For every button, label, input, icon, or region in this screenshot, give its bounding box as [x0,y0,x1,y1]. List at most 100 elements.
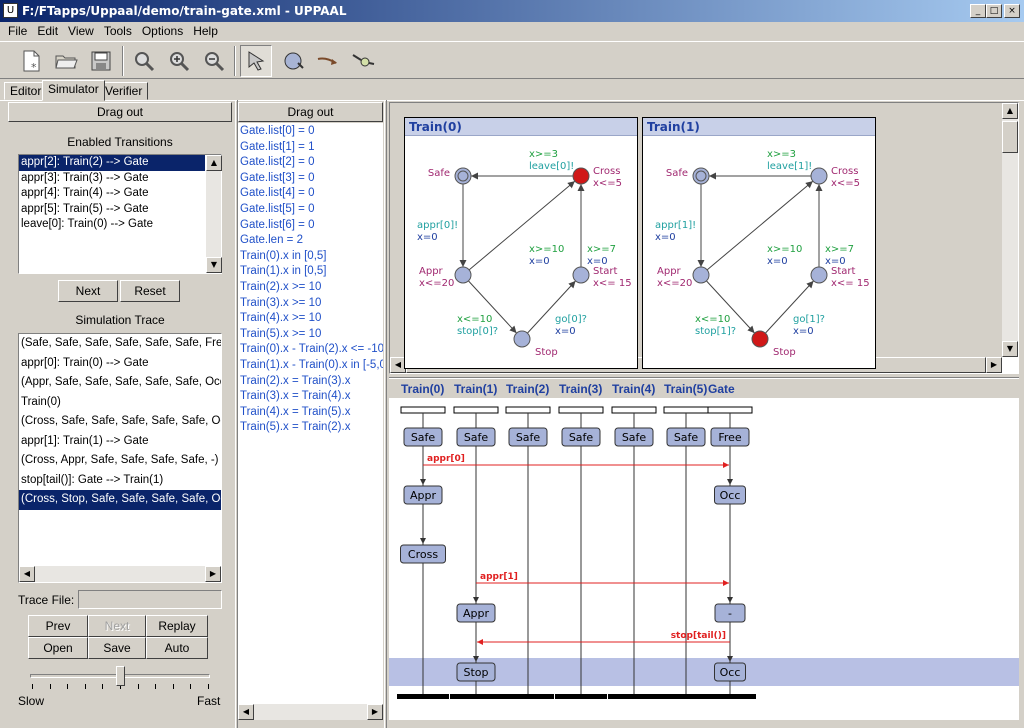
next-transition-button[interactable]: Next [58,280,118,302]
msc-state-label: Safe [516,431,541,444]
variables-panel: Gate.list[0] = 0 Gate.list[1] = 1 Gate.lis… [238,123,383,718]
next-step-button[interactable]: Next [88,615,146,637]
start-location [572,266,590,284]
save-icon[interactable] [85,45,117,77]
location-label: Cross [593,166,620,177]
open-folder-icon[interactable] [50,45,82,77]
msc-state-label: Free [718,431,742,444]
select-tool-icon[interactable] [240,45,272,77]
trace-item[interactable]: (Safe, Safe, Safe, Safe, Safe, Safe, Fre… [19,334,221,354]
trace-file-field[interactable] [78,590,222,609]
process-train-1: Train(1) Safe Cross x<=5 Appr x<=20 Start x<= … [642,117,876,369]
invariant-label: x<=20 [419,278,454,289]
location-label: Safe [666,168,688,179]
msc-message-label: appr[1] [480,572,518,582]
stop-location [751,330,769,348]
trace-item[interactable]: appr[0]: Train(0) --> Gate [19,354,221,374]
transition-item[interactable]: appr[4]: Train(4) --> Gate [19,186,205,202]
variable-item: Train(2).x = Train(3).x [240,374,351,387]
trace-item[interactable]: appr[1]: Train(1) --> Gate [19,432,221,452]
update-label: x=0 [655,232,676,243]
scroll-up-icon[interactable]: ▲ [206,155,222,171]
transition-item[interactable]: leave[0]: Train(0) --> Gate [19,217,205,233]
msc-state-label: Occ [720,489,741,502]
replay-button[interactable]: Replay [146,615,208,637]
menu-help[interactable]: Help [193,24,218,38]
sync-label: leave[0]! [529,161,574,172]
guard-label: x>=7 [587,244,616,255]
safe-location [454,167,472,185]
scroll-right-icon[interactable]: ▶ [986,357,1002,373]
tab-editor[interactable]: Editor [4,82,48,100]
drag-out-button[interactable]: Drag out [8,102,232,122]
scroll-left-icon[interactable]: ◀ [238,704,254,720]
scroll-right-icon[interactable]: ▶ [205,566,221,582]
save-button[interactable]: Save [88,637,146,659]
prev-button[interactable]: Prev [28,615,88,637]
process-title: Train(0) [405,118,637,136]
msc-column-header: Gate [708,382,735,396]
scroll-right-icon[interactable]: ▶ [367,704,383,720]
trace-item[interactable]: (Appr, Safe, Safe, Safe, Safe, Safe, Occ… [19,373,221,393]
menu-file[interactable]: File [8,24,27,38]
zoom-in-icon[interactable] [163,45,195,77]
msc-state-label: Stop [463,666,488,679]
trace-item[interactable]: (Cross, Appr, Safe, Safe, Safe, Safe, -) [19,451,221,471]
msc-state-label: Safe [569,431,594,444]
tab-bar: Editor Simulator Verifier [4,80,184,101]
msc-state-label: Safe [464,431,489,444]
trace-item[interactable]: (Cross, Stop, Safe, Safe, Safe, Safe, Oc… [19,490,221,510]
simulation-trace-list[interactable]: (Safe, Safe, Safe, Safe, Safe, Safe, Fre… [18,333,222,583]
scroll-left-icon[interactable]: ◀ [19,566,35,582]
enabled-transitions-title: Enabled Transitions [67,135,173,149]
simulation-trace-title: Simulation Trace [75,313,165,327]
tab-simulator[interactable]: Simulator [42,80,105,101]
guard-label: x<=10 [457,314,492,325]
update-label: x=0 [555,326,576,337]
variables-hscroll[interactable]: ◀ ▶ [238,704,383,720]
variable-item: Gate.list[4] = 0 [240,187,315,200]
lifeline-end [555,694,607,699]
trace-item[interactable]: (Cross, Safe, Safe, Safe, Safe, Safe, Oc… [19,412,221,432]
close-button[interactable]: × [1004,4,1020,18]
open-button[interactable]: Open [28,637,88,659]
scroll-up-icon[interactable]: ▲ [1002,103,1018,119]
reset-button[interactable]: Reset [120,280,180,302]
lifeline-end [502,694,554,699]
menu-edit[interactable]: Edit [37,24,58,38]
msc-column-header: Train(4) [612,382,656,396]
msc-state-label: Occ [720,666,741,679]
speed-slider[interactable] [18,664,222,690]
msc-column-header: Train(3) [559,382,603,396]
zoom-to-fit-icon[interactable] [128,45,160,77]
zoom-out-icon[interactable] [198,45,230,77]
msc-state-label: Safe [622,431,647,444]
trace-item[interactable]: Train(0) [19,393,221,413]
new-document-icon[interactable]: * [15,45,47,77]
msc-header: Train(0) Train(1) Train(2) Train(3) Train(4)… [389,380,1019,398]
variables-drag-out-button[interactable]: Drag out [238,102,383,122]
transition-item[interactable]: appr[2]: Train(2) --> Gate [19,155,205,171]
menu-view[interactable]: View [68,24,94,38]
scroll-down-icon[interactable]: ▼ [1002,341,1018,357]
location-tool-icon[interactable] [277,45,309,77]
sync-label: appr[1]! [655,220,696,231]
transition-item[interactable]: appr[3]: Train(3) --> Gate [19,171,205,187]
trace-item[interactable]: stop[tail()]: Gate --> Train(1) [19,471,221,491]
nail-tool-icon[interactable] [347,45,379,77]
edge-tool-icon[interactable] [312,45,344,77]
menu-tools[interactable]: Tools [104,24,132,38]
slider-thumb[interactable] [116,666,125,686]
maximize-button[interactable]: □ [986,4,1002,18]
cross-location [810,167,828,185]
transition-item[interactable]: appr[5]: Train(5) --> Gate [19,202,205,218]
minimize-button[interactable]: _ [970,4,986,18]
auto-button[interactable]: Auto [146,637,208,659]
sync-label: stop[1]? [695,326,736,337]
sync-label: go[1]? [793,314,825,325]
tab-verifier[interactable]: Verifier [99,82,149,100]
invariant-label: x<=20 [657,278,692,289]
menu-options[interactable]: Options [142,24,183,38]
enabled-transitions-list[interactable]: appr[2]: Train(2) --> Gate appr[3]: Train… [18,154,222,274]
scroll-down-icon[interactable]: ▼ [206,257,222,273]
